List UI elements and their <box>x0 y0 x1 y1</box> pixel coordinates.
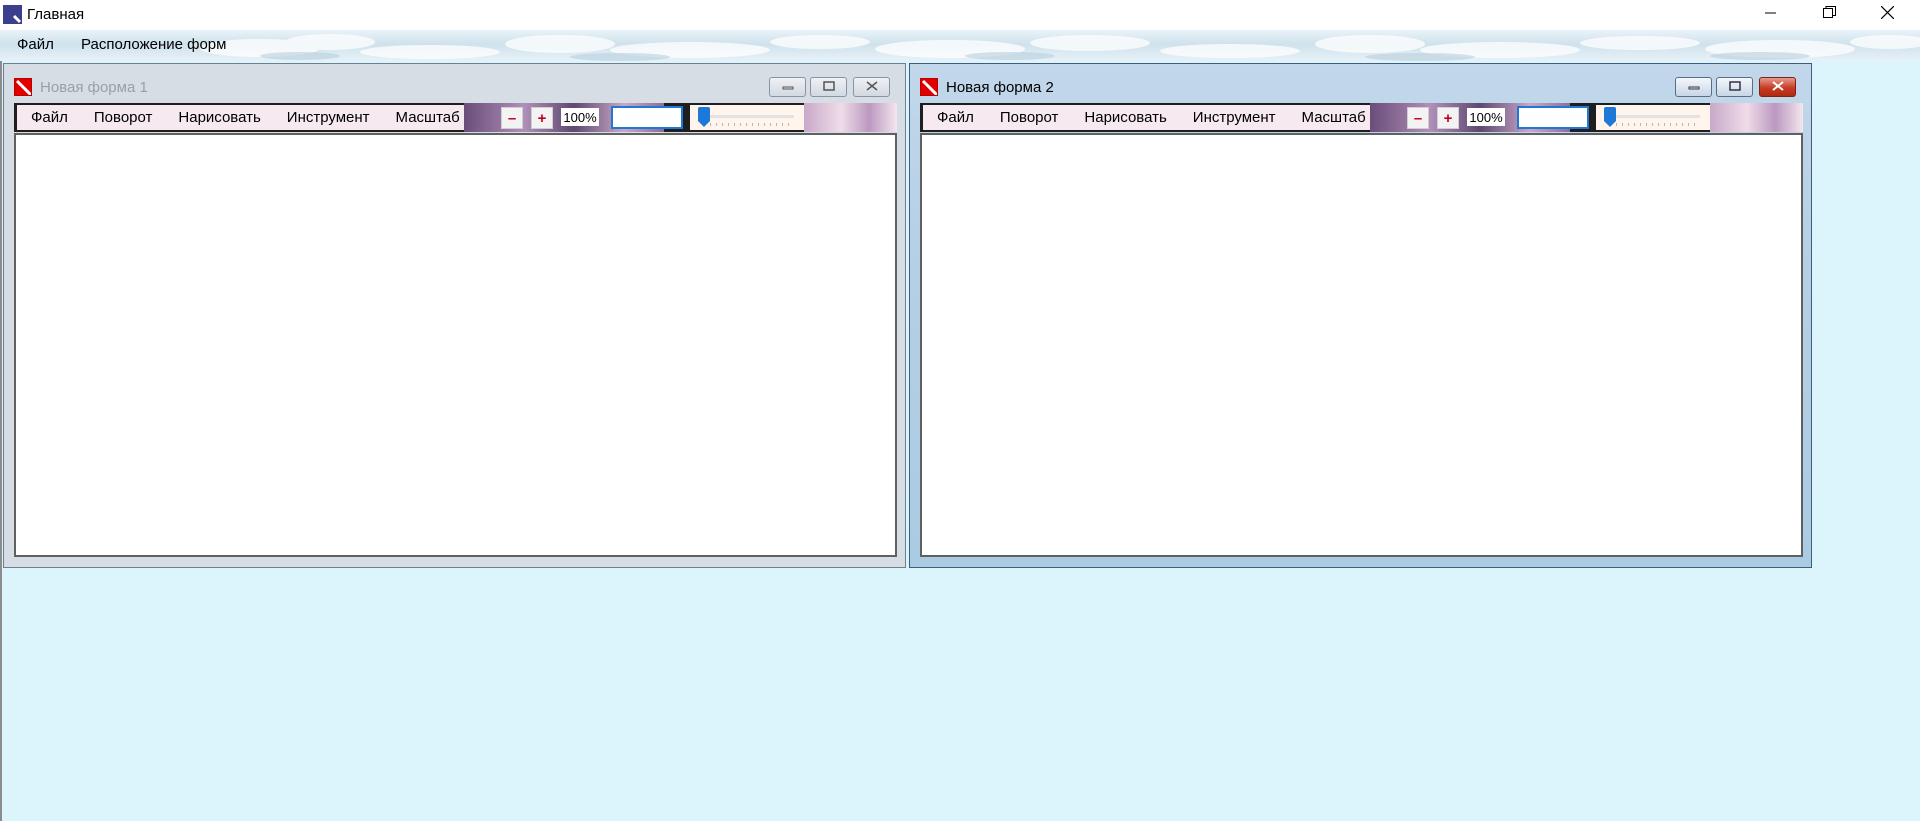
child-form-1-titlebar[interactable]: Новая форма 1 <box>4 64 905 102</box>
child-form-2-close-button[interactable] <box>1759 77 1796 97</box>
child-form-1-menu: Файл Поворот Нарисовать Инструмент Масшт… <box>17 105 464 130</box>
maximize-icon <box>1728 78 1741 96</box>
main-menubar: Файл Расположение форм <box>0 30 1920 61</box>
minimize-button[interactable] <box>1748 0 1794 30</box>
menu-form-layout[interactable]: Расположение форм <box>79 36 228 53</box>
child-form-2-menu: Файл Поворот Нарисовать Инструмент Масшт… <box>923 105 1370 130</box>
close-button[interactable] <box>1864 0 1910 30</box>
menu-rotate[interactable]: Поворот <box>94 109 153 126</box>
menu-tool[interactable]: Инструмент <box>1193 109 1276 126</box>
close-icon <box>866 78 878 96</box>
menu-file[interactable]: Файл <box>937 109 974 126</box>
menu-file[interactable]: Файл <box>15 36 56 53</box>
child-form-1-toolbar: Файл Поворот Нарисовать Инструмент Масшт… <box>14 103 897 132</box>
menu-tool[interactable]: Инструмент <box>287 109 370 126</box>
zoom-input[interactable] <box>1517 106 1589 129</box>
child-form-1-minimize-button[interactable] <box>769 77 806 97</box>
slider-thumb[interactable] <box>1604 107 1616 127</box>
menu-scale[interactable]: Масштаб <box>1302 109 1366 126</box>
child-form-2-titlebar[interactable]: Новая форма 2 <box>910 64 1811 102</box>
child-form-1-canvas[interactable] <box>14 133 897 557</box>
menu-rotate[interactable]: Поворот <box>1000 109 1059 126</box>
child-form-1-close-button[interactable] <box>853 77 890 97</box>
close-icon <box>1880 5 1894 24</box>
menu-draw[interactable]: Нарисовать <box>178 109 260 126</box>
clouds-background <box>200 34 1920 61</box>
child-form-2-title: Новая форма 2 <box>946 79 1054 96</box>
menu-file[interactable]: Файл <box>31 109 68 126</box>
menu-draw[interactable]: Нарисовать <box>1084 109 1166 126</box>
child-form-2-minimize-button[interactable] <box>1675 77 1712 97</box>
slider-ticks <box>1610 123 1698 126</box>
child-form-2-canvas[interactable] <box>920 133 1803 557</box>
app-title: Главная <box>27 6 85 23</box>
form-icon <box>14 78 32 96</box>
zoom-slider[interactable] <box>690 105 804 130</box>
zoom-input[interactable] <box>611 106 683 129</box>
slider-ticks <box>704 123 792 126</box>
restore-icon <box>1822 6 1836 24</box>
child-form-1-maximize-button[interactable] <box>810 77 847 97</box>
zoom-in-button[interactable]: + <box>531 107 553 129</box>
child-form-1[interactable]: Новая форма 1 Файл Поворот Нарисовать Ин… <box>3 63 906 568</box>
slider-track <box>700 115 794 118</box>
maximize-icon <box>822 78 835 96</box>
workspace-left-border <box>0 61 2 821</box>
zoom-in-button[interactable]: + <box>1437 107 1459 129</box>
minimize-icon <box>1765 6 1777 24</box>
child-form-2-toolbar: Файл Поворот Нарисовать Инструмент Масшт… <box>920 103 1803 132</box>
minimize-icon <box>782 78 794 96</box>
zoom-value: 100% <box>1467 108 1505 126</box>
minimize-icon <box>1688 78 1700 96</box>
close-icon <box>1771 78 1784 96</box>
slider-thumb[interactable] <box>698 107 710 127</box>
zoom-out-button[interactable]: – <box>501 107 523 129</box>
zoom-slider[interactable] <box>1596 105 1710 130</box>
menu-scale[interactable]: Масштаб <box>396 109 460 126</box>
slider-track <box>1606 115 1700 118</box>
flower-background-end <box>804 103 897 132</box>
zoom-value: 100% <box>561 108 599 126</box>
app-titlebar: Главная <box>0 0 1920 30</box>
restore-button[interactable] <box>1806 0 1852 30</box>
form-icon <box>920 78 938 96</box>
child-form-1-title: Новая форма 1 <box>40 79 148 96</box>
child-form-2-maximize-button[interactable] <box>1716 77 1753 97</box>
child-form-2[interactable]: Новая форма 2 Файл Поворот Нарисовать Ин… <box>909 63 1812 568</box>
zoom-out-button[interactable]: – <box>1407 107 1429 129</box>
flower-background-end <box>1710 103 1803 132</box>
app-logo-icon <box>3 5 22 24</box>
